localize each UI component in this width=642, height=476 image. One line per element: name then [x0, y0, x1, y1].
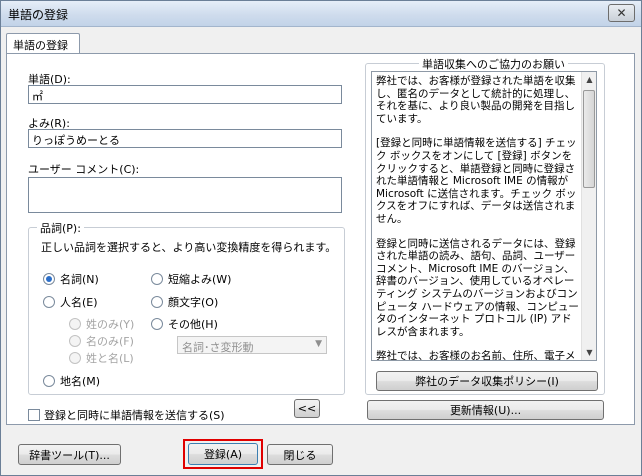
radio-short-reading[interactable]: 短縮よみ(W)	[151, 271, 231, 287]
info-paragraph: [登録と同時に単語情報を送信する] チェック ボックスをオンにして [登録] ボ…	[376, 137, 577, 225]
radio-indicator	[69, 318, 81, 330]
reading-input[interactable]: りっぽうめーとる	[28, 129, 342, 148]
radio-indicator	[69, 335, 81, 347]
radio-indicator	[43, 296, 55, 308]
radio-indicator	[151, 318, 163, 330]
radio-indicator	[69, 352, 81, 364]
radio-place-name-label: 地名(M)	[60, 375, 101, 388]
radio-surname-and-given-label: 姓と名(L)	[86, 352, 134, 365]
dictionary-tool-button[interactable]: 辞書ツール(T)...	[18, 444, 121, 465]
info-group-title: 単語収集へのご協力のお願い	[419, 56, 568, 72]
radio-other-label: その他(H)	[168, 318, 218, 331]
comment-input[interactable]	[28, 177, 342, 213]
word-input[interactable]: ㎡	[28, 85, 342, 104]
radio-surname-only[interactable]: 姓のみ(Y)	[69, 316, 134, 332]
radio-given-only[interactable]: 名のみ(F)	[69, 333, 134, 349]
update-info-button[interactable]: 更新情報(U)...	[367, 400, 604, 420]
close-button[interactable]: 閉じる	[267, 444, 333, 465]
chevron-down-icon: ▼	[315, 339, 322, 349]
tab-label: 単語の登録	[13, 39, 68, 52]
info-paragraph: 弊社では、お客様が登録された単語を収集し、匿名のデータとして統計的に処理し、それ…	[376, 75, 576, 125]
collapse-button[interactable]: <<	[294, 399, 320, 418]
info-text-box[interactable]: 弊社では、お客様が登録された単語を収集し、匿名のデータとして統計的に処理し、それ…	[371, 71, 597, 361]
close-icon: ✕	[616, 6, 627, 20]
other-pos-select[interactable]: 名詞･さ変形動 ▼	[177, 336, 327, 354]
info-paragraph: 弊社では、お客様のお名前、住所、電子メール アドレスなど個人を特定できるいかなる…	[376, 350, 576, 361]
pos-group-label: 品詞(P):	[37, 220, 84, 236]
word-registration-dialog: 単語の登録 ✕ 単語の登録 単語(D): ㎡ よみ(R): りっぽうめーとる ユ…	[0, 0, 642, 476]
radio-indicator	[151, 296, 163, 308]
window-title: 単語の登録	[8, 8, 69, 22]
send-word-info-label: 登録と同時に単語情報を送信する(S)	[44, 409, 225, 422]
window-close-button[interactable]: ✕	[608, 4, 635, 22]
info-scrollbar[interactable]: ▲ ▼	[581, 72, 596, 360]
info-text: 弊社では、お客様が登録された単語を収集し、匿名のデータとして統計的に処理し、それ…	[376, 75, 582, 361]
radio-indicator	[43, 375, 55, 387]
comment-label: ユーザー コメント(C):	[28, 163, 140, 176]
data-policy-button[interactable]: 弊社のデータ収集ポリシー(I)	[376, 371, 598, 391]
checkbox-box	[28, 409, 40, 421]
radio-emoticon-label: 顔文字(O)	[168, 296, 219, 309]
radio-person-name-label: 人名(E)	[60, 296, 98, 309]
highlight-frame	[183, 439, 263, 469]
scroll-down-icon[interactable]: ▼	[582, 345, 596, 360]
pos-hint: 正しい品詞を選択すると、より高い変換精度を得られます。	[41, 241, 337, 254]
radio-other[interactable]: その他(H)	[151, 316, 218, 332]
radio-surname-and-given[interactable]: 姓と名(L)	[69, 350, 134, 366]
radio-noun-label: 名詞(N)	[60, 273, 99, 286]
radio-indicator	[151, 273, 163, 285]
title-bar[interactable]: 単語の登録 ✕	[1, 1, 641, 27]
radio-emoticon[interactable]: 顔文字(O)	[151, 294, 218, 310]
radio-short-reading-label: 短縮よみ(W)	[168, 273, 232, 286]
other-pos-select-value: 名詞･さ変形動	[182, 341, 254, 354]
radio-place-name[interactable]: 地名(M)	[43, 373, 100, 389]
scroll-up-icon[interactable]: ▲	[582, 72, 596, 87]
radio-noun[interactable]: 名詞(N)	[43, 271, 99, 287]
radio-surname-only-label: 姓のみ(Y)	[86, 318, 135, 331]
tab-word-registration[interactable]: 単語の登録	[6, 33, 80, 54]
send-word-info-checkbox[interactable]: 登録と同時に単語情報を送信する(S)	[28, 407, 225, 423]
radio-indicator	[43, 273, 55, 285]
radio-person-name[interactable]: 人名(E)	[43, 294, 98, 310]
radio-given-only-label: 名のみ(F)	[86, 335, 134, 348]
scroll-thumb[interactable]	[583, 90, 595, 188]
info-paragraph: 登録と同時に送信されるデータには、登録された単語の読み、語句、品詞、ユーザー コ…	[376, 237, 579, 338]
